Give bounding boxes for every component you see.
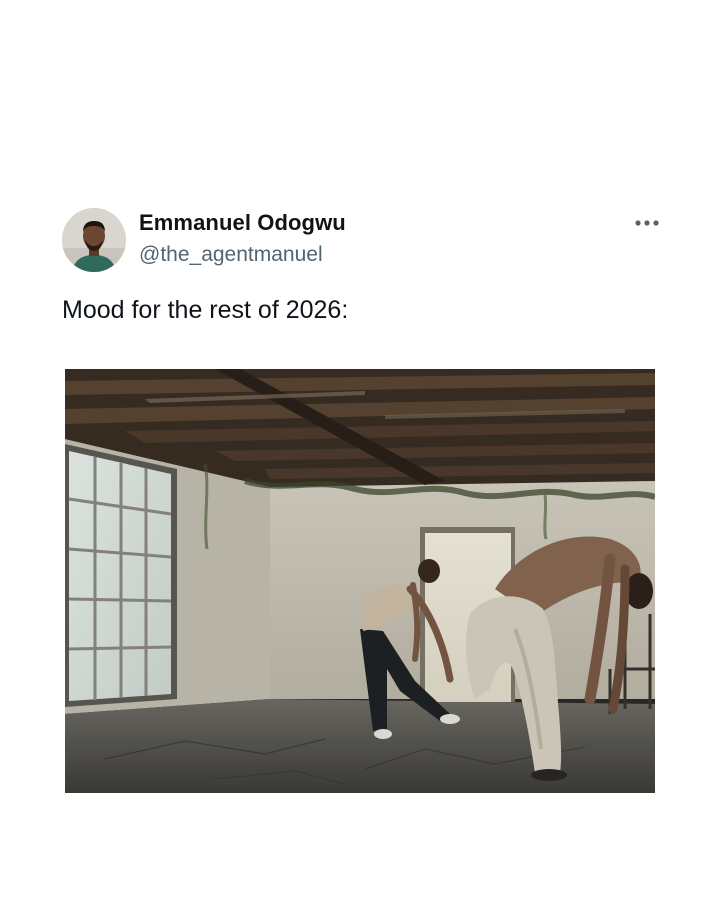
video-still-image [65,369,655,793]
more-options-button[interactable] [630,210,664,236]
tweet-text: Mood for the rest of 2026: [62,296,349,324]
person-avatar-icon [62,208,126,272]
author-avatar[interactable] [62,208,126,272]
tweet-media-video[interactable] [65,369,655,793]
more-horizontal-icon [635,220,659,226]
author-display-name[interactable]: Emmanuel Odogwu [139,210,346,236]
author-handle[interactable]: @the_agentmanuel [139,243,323,267]
tweet-card: Emmanuel Odogwu @the_agentmanuel Mood fo… [0,0,720,904]
